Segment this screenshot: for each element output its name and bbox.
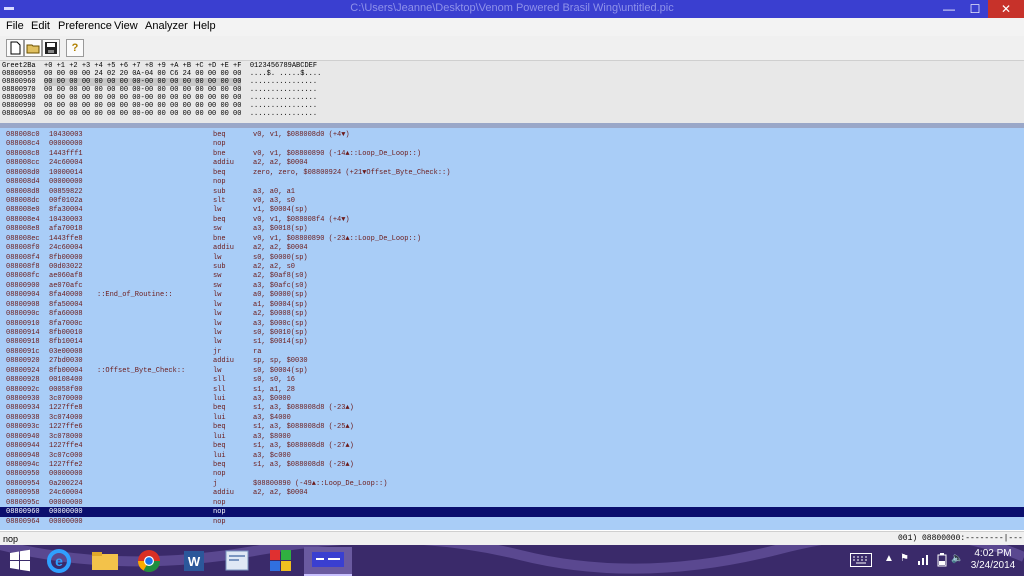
- status-instruction: nop: [3, 534, 19, 544]
- internet-explorer-icon[interactable]: e: [40, 547, 78, 574]
- new-file-icon[interactable]: [6, 39, 24, 57]
- hex-editor-task-icon[interactable]: [304, 547, 352, 576]
- menu-analyzer[interactable]: Analyzer: [145, 20, 188, 32]
- hex-row[interactable]: 08800980 00 00 00 00 00 00 00 00-00 00 0…: [2, 94, 317, 102]
- menu-preference[interactable]: Preference: [58, 20, 112, 32]
- system-clock[interactable]: 4:02 PM 3/24/2014: [966, 548, 1020, 572]
- hex-row-bytes[interactable]: 00 00 00 00 00 00 00 00-00 00 00 00 00 0…: [44, 94, 241, 102]
- hex-row[interactable]: 08800970 00 00 00 00 00 00 00 00-00 00 0…: [2, 86, 317, 94]
- maximize-button[interactable]: ☐: [962, 0, 988, 18]
- hex-row-bytes[interactable]: 00 00 00 00 00 00 00 00-00 00 00 00 00 0…: [44, 102, 241, 110]
- asm-address: 08800964: [6, 517, 40, 526]
- hex-row-bytes[interactable]: 00 00 00 00 00 00 00 00-00 00 00 00 00 0…: [44, 86, 241, 94]
- hex-row-address: 08800970: [2, 86, 36, 94]
- hex-row-address: 08800960: [2, 78, 36, 86]
- hex-view[interactable]: Greet2Ba +0 +1 +2 +3 +4 +5 +6 +7 +8 +9 +…: [0, 61, 1024, 123]
- volume-icon[interactable]: 🔈: [951, 553, 963, 564]
- action-center-flag-icon[interactable]: ⚑: [900, 553, 909, 564]
- hex-row[interactable]: 08800950 00 00 00 00 24 02 20 0A-04 00 C…: [2, 70, 321, 78]
- asm-opcode-hex: 00000000: [49, 517, 83, 526]
- network-signal-icon[interactable]: [917, 553, 931, 568]
- disassembly-view[interactable]: 088008c0 10430003 beq v0, v1, $088008d0 (+4…: [0, 128, 1024, 530]
- chrome-icon[interactable]: [130, 547, 168, 574]
- hex-row-bytes[interactable]: 00 00 00 00 24 02 20 0A-04 00 C6 24 00 0…: [44, 70, 241, 78]
- hex-row-ascii: ................: [249, 86, 318, 94]
- toolbar: ?: [0, 36, 1024, 61]
- hex-row-address: 08800990: [2, 102, 36, 110]
- app-window-icon[interactable]: [218, 547, 256, 574]
- hex-row-address: 08800980: [2, 94, 36, 102]
- status-bar: nop 001) 08800000:--------|--------: [0, 531, 1024, 552]
- asm-row[interactable]: 08800964 00000000 nop: [0, 517, 1024, 527]
- menu-file[interactable]: File: [6, 20, 24, 32]
- menu-bar: File Edit Preference View Analyzer Help: [0, 18, 1024, 36]
- tiles-app-icon[interactable]: [262, 547, 300, 574]
- hex-row-ascii: ................: [249, 94, 318, 102]
- menu-view[interactable]: View: [114, 20, 138, 32]
- svg-text:W: W: [188, 554, 201, 569]
- word-icon[interactable]: W: [176, 547, 214, 574]
- windows-start-icon[interactable]: [6, 547, 44, 574]
- window-title: C:\Users\Jeanne\Desktop\Venom Powered Br…: [350, 2, 674, 14]
- menu-help[interactable]: Help: [193, 20, 216, 32]
- hex-row-ascii: ................: [249, 110, 318, 118]
- hex-row[interactable]: 08800990 00 00 00 00 00 00 00 00-00 00 0…: [2, 102, 317, 110]
- battery-icon[interactable]: [937, 553, 947, 570]
- hex-row-bytes[interactable]: 00 00 00 00 00 00 00 00-00 00 00 00 00 0…: [44, 78, 242, 86]
- taskbar: e W ▲ ⚑ 🔈 4:02 PM 3/24/2014: [0, 545, 1024, 576]
- hex-row-ascii: ................: [249, 78, 318, 86]
- open-folder-icon[interactable]: [24, 39, 42, 57]
- file-explorer-icon[interactable]: [86, 547, 124, 574]
- hex-row-address: 08800950: [2, 70, 36, 78]
- hex-row-ascii: ................: [249, 102, 318, 110]
- svg-text:e: e: [55, 553, 63, 569]
- help-icon[interactable]: ?: [66, 39, 84, 57]
- asm-mnemonic: nop: [213, 517, 226, 526]
- menu-edit[interactable]: Edit: [31, 20, 50, 32]
- hex-row-address: 088009A0: [2, 110, 36, 118]
- title-bar: C:\Users\Jeanne\Desktop\Venom Powered Br…: [0, 0, 1024, 18]
- clock-time: 4:02 PM: [974, 548, 1012, 559]
- show-hidden-icons-icon[interactable]: ▲: [884, 553, 894, 564]
- hex-row-bytes[interactable]: 00 00 00 00 00 00 00 00-00 00 00 00 00 0…: [44, 110, 241, 118]
- hex-header: Greet2Ba +0 +1 +2 +3 +4 +5 +6 +7 +8 +9 +…: [2, 62, 318, 70]
- hex-row[interactable]: 08800960 00 00 00 00 00 00 00 00-00 00 0…: [2, 78, 317, 86]
- close-button[interactable]: ✕: [988, 0, 1024, 18]
- hex-row[interactable]: 088009A0 00 00 00 00 00 00 00 00-00 00 0…: [2, 110, 317, 118]
- clock-date: 3/24/2014: [970, 560, 1016, 571]
- touch-keyboard-icon[interactable]: [850, 553, 872, 570]
- minimize-button[interactable]: —: [936, 0, 962, 18]
- hex-row-ascii: ....$. .....$....: [249, 70, 322, 78]
- save-disk-icon[interactable]: [42, 39, 60, 57]
